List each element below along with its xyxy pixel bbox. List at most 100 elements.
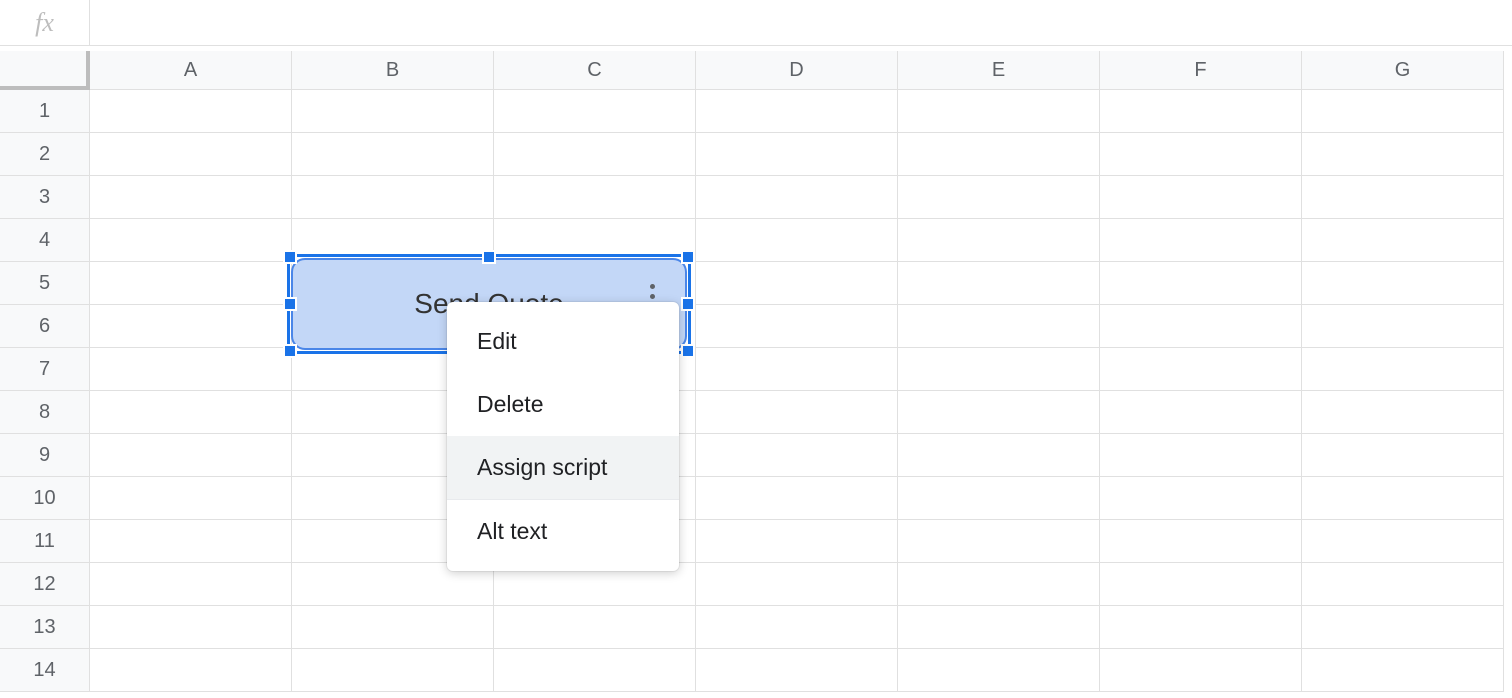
cell[interactable] <box>90 219 292 262</box>
column-header[interactable]: G <box>1302 51 1504 90</box>
resize-handle-mr[interactable] <box>681 297 695 311</box>
resize-handle-br[interactable] <box>681 344 695 358</box>
cell[interactable] <box>1302 219 1504 262</box>
column-header[interactable]: C <box>494 51 696 90</box>
cell[interactable] <box>90 176 292 219</box>
cell[interactable] <box>1100 391 1302 434</box>
row-header[interactable]: 7 <box>0 348 90 391</box>
cell[interactable] <box>898 649 1100 692</box>
cell[interactable] <box>90 606 292 649</box>
row-header[interactable]: 11 <box>0 520 90 563</box>
cell[interactable] <box>696 520 898 563</box>
cell[interactable] <box>90 477 292 520</box>
resize-handle-ml[interactable] <box>283 297 297 311</box>
cell[interactable] <box>1302 649 1504 692</box>
cell[interactable] <box>898 520 1100 563</box>
row-header[interactable]: 4 <box>0 219 90 262</box>
cell[interactable] <box>898 262 1100 305</box>
row-header[interactable]: 12 <box>0 563 90 606</box>
resize-handle-tr[interactable] <box>681 250 695 264</box>
cell[interactable] <box>696 348 898 391</box>
cell[interactable] <box>898 606 1100 649</box>
cell[interactable] <box>898 391 1100 434</box>
resize-handle-tl[interactable] <box>283 250 297 264</box>
cell[interactable] <box>1302 90 1504 133</box>
cell[interactable] <box>494 649 696 692</box>
cell[interactable] <box>1302 348 1504 391</box>
cell[interactable] <box>1100 649 1302 692</box>
cell[interactable] <box>696 90 898 133</box>
menu-item-edit[interactable]: Edit <box>447 310 679 373</box>
cell[interactable] <box>1100 606 1302 649</box>
column-header[interactable]: D <box>696 51 898 90</box>
row-header[interactable]: 14 <box>0 649 90 692</box>
row-header[interactable]: 1 <box>0 90 90 133</box>
cell[interactable] <box>292 606 494 649</box>
cell[interactable] <box>696 649 898 692</box>
cell[interactable] <box>1302 262 1504 305</box>
column-header[interactable]: A <box>90 51 292 90</box>
cell[interactable] <box>898 90 1100 133</box>
cell[interactable] <box>1100 477 1302 520</box>
cell[interactable] <box>898 305 1100 348</box>
cell[interactable] <box>90 434 292 477</box>
cell[interactable] <box>696 391 898 434</box>
cell[interactable] <box>1302 477 1504 520</box>
column-header[interactable]: B <box>292 51 494 90</box>
row-header[interactable]: 3 <box>0 176 90 219</box>
cell[interactable] <box>90 520 292 563</box>
row-header[interactable]: 10 <box>0 477 90 520</box>
cell[interactable] <box>292 90 494 133</box>
cell[interactable] <box>1100 219 1302 262</box>
cell[interactable] <box>1100 90 1302 133</box>
cell[interactable] <box>1302 305 1504 348</box>
cell[interactable] <box>898 219 1100 262</box>
cell[interactable] <box>1100 348 1302 391</box>
column-header[interactable]: E <box>898 51 1100 90</box>
cell[interactable] <box>90 649 292 692</box>
cell[interactable] <box>1100 563 1302 606</box>
cell[interactable] <box>1100 434 1302 477</box>
cell[interactable] <box>90 133 292 176</box>
cell[interactable] <box>494 133 696 176</box>
formula-input[interactable] <box>90 0 1512 45</box>
cell[interactable] <box>1302 606 1504 649</box>
cell[interactable] <box>696 176 898 219</box>
cell[interactable] <box>1302 520 1504 563</box>
cell[interactable] <box>494 90 696 133</box>
select-all-cell[interactable] <box>0 51 90 90</box>
row-header[interactable]: 13 <box>0 606 90 649</box>
cell[interactable] <box>1100 176 1302 219</box>
cell[interactable] <box>696 606 898 649</box>
resize-handle-tm[interactable] <box>482 250 496 264</box>
cell[interactable] <box>292 133 494 176</box>
cell[interactable] <box>90 305 292 348</box>
cell[interactable] <box>1302 133 1504 176</box>
cell[interactable] <box>1302 176 1504 219</box>
cell[interactable] <box>1100 262 1302 305</box>
menu-item-alt-text[interactable]: Alt text <box>447 500 679 563</box>
row-header[interactable]: 9 <box>0 434 90 477</box>
cell[interactable] <box>1302 434 1504 477</box>
cell[interactable] <box>1302 391 1504 434</box>
row-header[interactable]: 6 <box>0 305 90 348</box>
cell[interactable] <box>696 305 898 348</box>
cell[interactable] <box>1100 305 1302 348</box>
cell[interactable] <box>696 133 898 176</box>
cell[interactable] <box>696 219 898 262</box>
cell[interactable] <box>292 649 494 692</box>
cell[interactable] <box>494 606 696 649</box>
cell[interactable] <box>90 90 292 133</box>
row-header[interactable]: 5 <box>0 262 90 305</box>
cell[interactable] <box>898 348 1100 391</box>
cell[interactable] <box>90 348 292 391</box>
cell[interactable] <box>1100 133 1302 176</box>
cell[interactable] <box>1100 520 1302 563</box>
cell[interactable] <box>1302 563 1504 606</box>
cell[interactable] <box>494 176 696 219</box>
cell[interactable] <box>898 176 1100 219</box>
cell[interactable] <box>696 262 898 305</box>
menu-item-assign-script[interactable]: Assign script <box>447 436 679 499</box>
menu-item-delete[interactable]: Delete <box>447 373 679 436</box>
cell[interactable] <box>898 563 1100 606</box>
